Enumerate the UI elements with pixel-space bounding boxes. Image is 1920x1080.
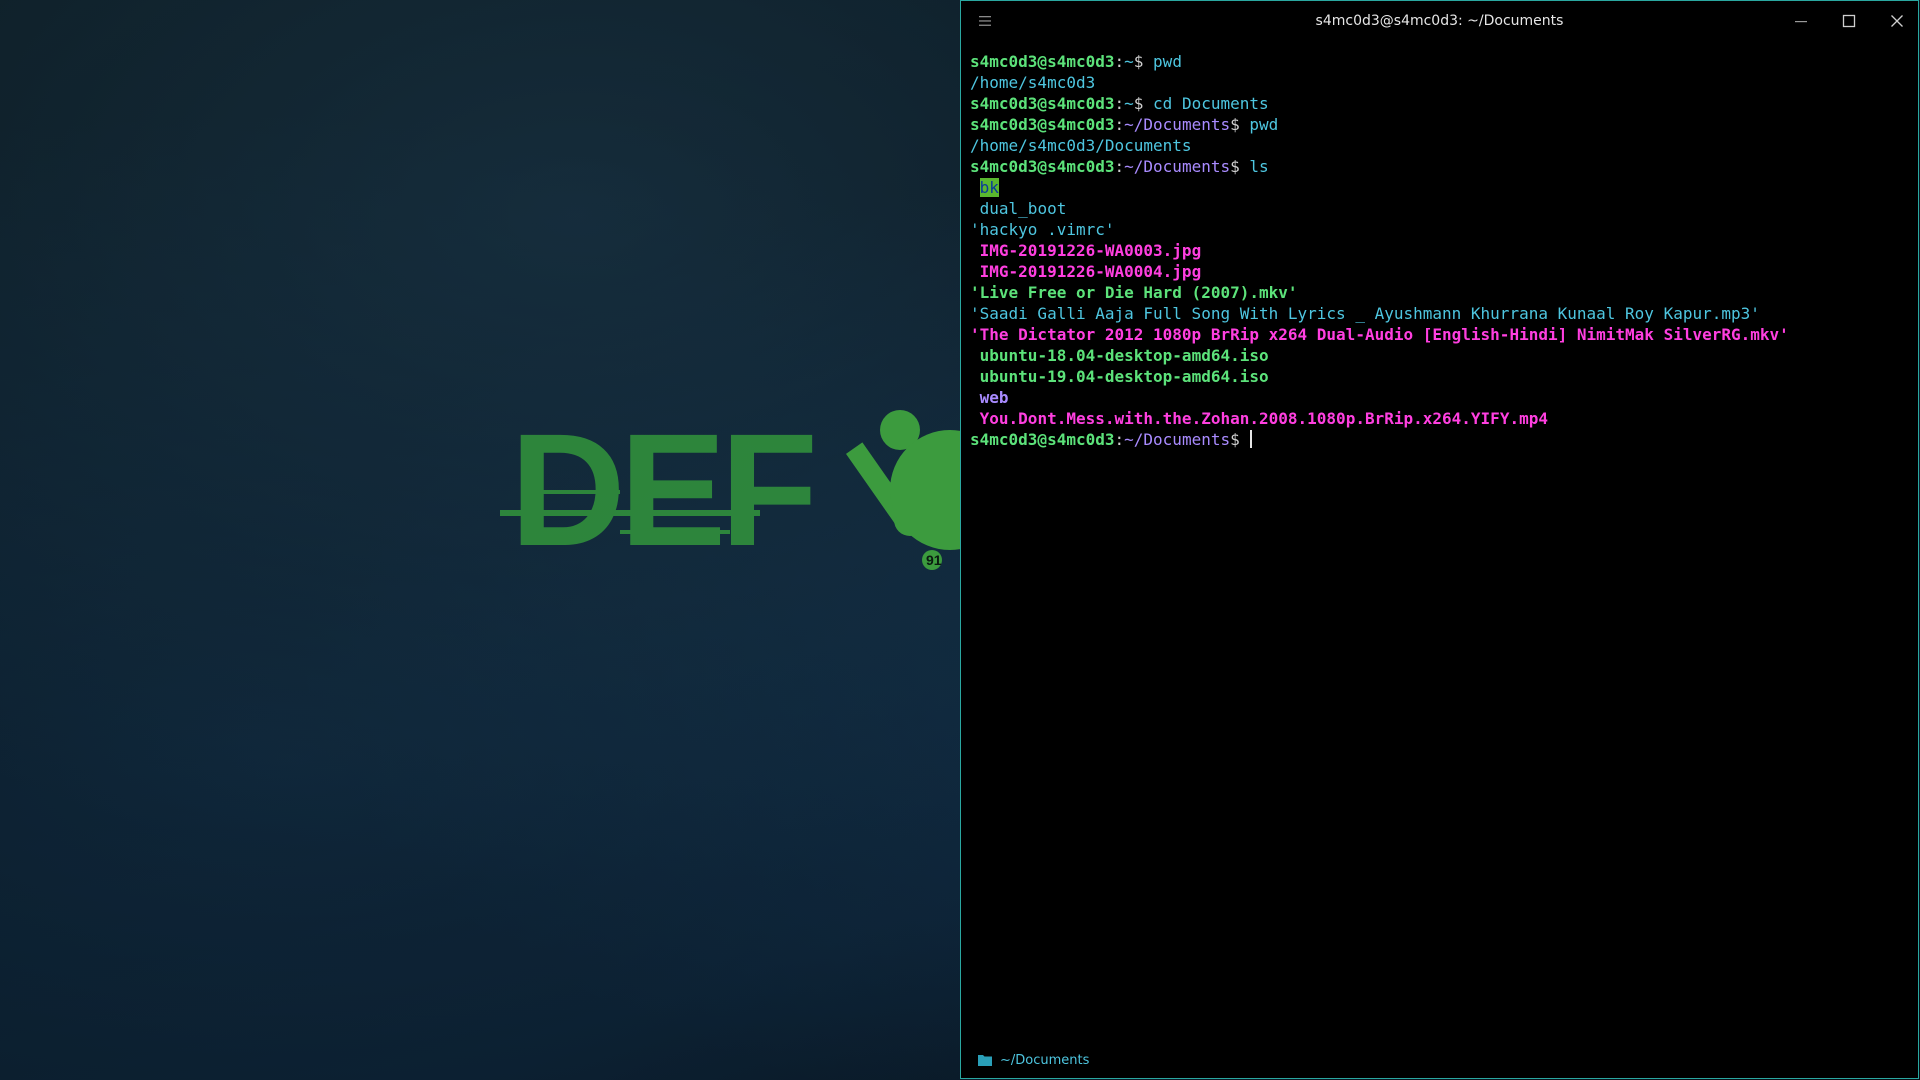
- file-entry: 'Live Free or Die Hard (2007).mkv': [970, 283, 1298, 302]
- terminal-output[interactable]: s4mc0d3@s4mc0d3:~$ pwd/home/s4mc0d3 s4mc0…: [970, 51, 1908, 450]
- terminal-line: ubuntu-19.04-desktop-amd64.iso: [970, 366, 1908, 387]
- file-entry: IMG-20191226-WA0003.jpg: [979, 241, 1202, 260]
- terminal-line: 'Saadi Galli Aaja Full Song With Lyrics …: [970, 303, 1908, 324]
- badge-text: 91: [926, 552, 942, 568]
- prompt-colon: :: [1114, 52, 1125, 71]
- command-text: pwd: [1153, 52, 1182, 71]
- terminal-line: s4mc0d3@s4mc0d3:~/Documents$ pwd: [970, 114, 1908, 135]
- status-path: ~/Documents: [1000, 1052, 1090, 1068]
- logo-text: DEF: [510, 400, 812, 579]
- terminal-line: s4mc0d3@s4mc0d3:~/Documents$: [970, 429, 1908, 450]
- prompt-dollar: $: [1230, 157, 1250, 176]
- terminal-line: ubuntu-18.04-desktop-amd64.iso: [970, 345, 1908, 366]
- maximize-icon[interactable]: [1839, 11, 1859, 31]
- prompt-user: s4mc0d3@s4mc0d3: [970, 94, 1115, 113]
- prompt-path: ~/Documents: [1124, 115, 1231, 134]
- terminal-line: IMG-20191226-WA0004.jpg: [970, 261, 1908, 282]
- terminal-window[interactable]: s4mc0d3@s4mc0d3: ~/Documents s4mc0d3@s4m…: [960, 0, 1919, 1079]
- terminal-line: s4mc0d3@s4mc0d3:~$ pwd: [970, 51, 1908, 72]
- status-bar: ~/Documents: [977, 1050, 1089, 1070]
- terminal-line: IMG-20191226-WA0003.jpg: [970, 240, 1908, 261]
- command-text: pwd: [1249, 115, 1279, 134]
- terminal-line: You.Dont.Mess.with.the.Zohan.2008.1080p.…: [970, 408, 1908, 429]
- output-text: /home/s4mc0d3/Documents: [970, 136, 1192, 155]
- command-text: ls: [1249, 157, 1269, 176]
- terminal-line: 'Live Free or Die Hard (2007).mkv': [970, 282, 1908, 303]
- prompt-path: ~: [1124, 94, 1134, 113]
- prompt-user: s4mc0d3@s4mc0d3: [970, 430, 1115, 449]
- terminal-line: 'The Dictator 2012 1080p BrRip x264 Dual…: [970, 324, 1908, 345]
- file-entry: web: [979, 388, 1009, 407]
- folder-icon: [978, 1055, 992, 1066]
- file-entry: ubuntu-18.04-desktop-amd64.iso: [979, 346, 1269, 365]
- file-entry: 'hackyo .vimrc': [970, 220, 1115, 239]
- prompt-user: s4mc0d3@s4mc0d3: [970, 115, 1115, 134]
- prompt-user: s4mc0d3@s4mc0d3: [970, 157, 1115, 176]
- prompt-colon: :: [1114, 94, 1125, 113]
- terminal-line: dual_boot: [970, 198, 1908, 219]
- prompt-colon: :: [1114, 430, 1125, 449]
- prompt-colon: :: [1114, 157, 1125, 176]
- file-entry: dual_boot: [979, 199, 1067, 218]
- command-text: cd Documents: [1153, 94, 1269, 113]
- prompt-dollar: $: [1230, 115, 1250, 134]
- prompt-colon: :: [1114, 115, 1125, 134]
- prompt-path: ~: [1124, 52, 1134, 71]
- text-cursor: [1250, 430, 1253, 448]
- terminal-line: s4mc0d3@s4mc0d3:~$ cd Documents: [970, 93, 1908, 114]
- window-title: s4mc0d3@s4mc0d3: ~/Documents: [1315, 13, 1564, 29]
- file-entry: ubuntu-19.04-desktop-amd64.iso: [979, 367, 1269, 386]
- prompt-dollar: $: [1133, 52, 1154, 71]
- terminal-line: bk: [970, 177, 1908, 198]
- prompt-path: ~/Documents: [1124, 430, 1231, 449]
- file-entry: bk: [979, 178, 999, 197]
- prompt-user: s4mc0d3@s4mc0d3: [970, 52, 1115, 71]
- file-entry: 'The Dictator 2012 1080p BrRip x264 Dual…: [970, 325, 1789, 344]
- prompt-dollar: $: [1230, 430, 1250, 449]
- output-text: /home/s4mc0d3: [970, 73, 1096, 92]
- terminal-line: web: [970, 387, 1908, 408]
- file-entry: 'Saadi Galli Aaja Full Song With Lyrics …: [970, 304, 1760, 323]
- prompt-path: ~/Documents: [1124, 157, 1231, 176]
- terminal-line: /home/s4mc0d3: [970, 72, 1908, 93]
- file-entry: You.Dont.Mess.with.the.Zohan.2008.1080p.…: [979, 409, 1548, 428]
- close-icon[interactable]: [1887, 11, 1907, 31]
- file-entry: IMG-20191226-WA0004.jpg: [979, 262, 1202, 281]
- title-bar[interactable]: s4mc0d3@s4mc0d3: ~/Documents: [961, 1, 1918, 43]
- terminal-line: 'hackyo .vimrc': [970, 219, 1908, 240]
- prompt-dollar: $: [1133, 94, 1154, 113]
- defcon-logo: DEF 91: [500, 400, 960, 579]
- minimize-icon[interactable]: [1791, 11, 1811, 31]
- terminal-line: s4mc0d3@s4mc0d3:~/Documents$ ls: [970, 156, 1908, 177]
- terminal-line: /home/s4mc0d3/Documents: [970, 135, 1908, 156]
